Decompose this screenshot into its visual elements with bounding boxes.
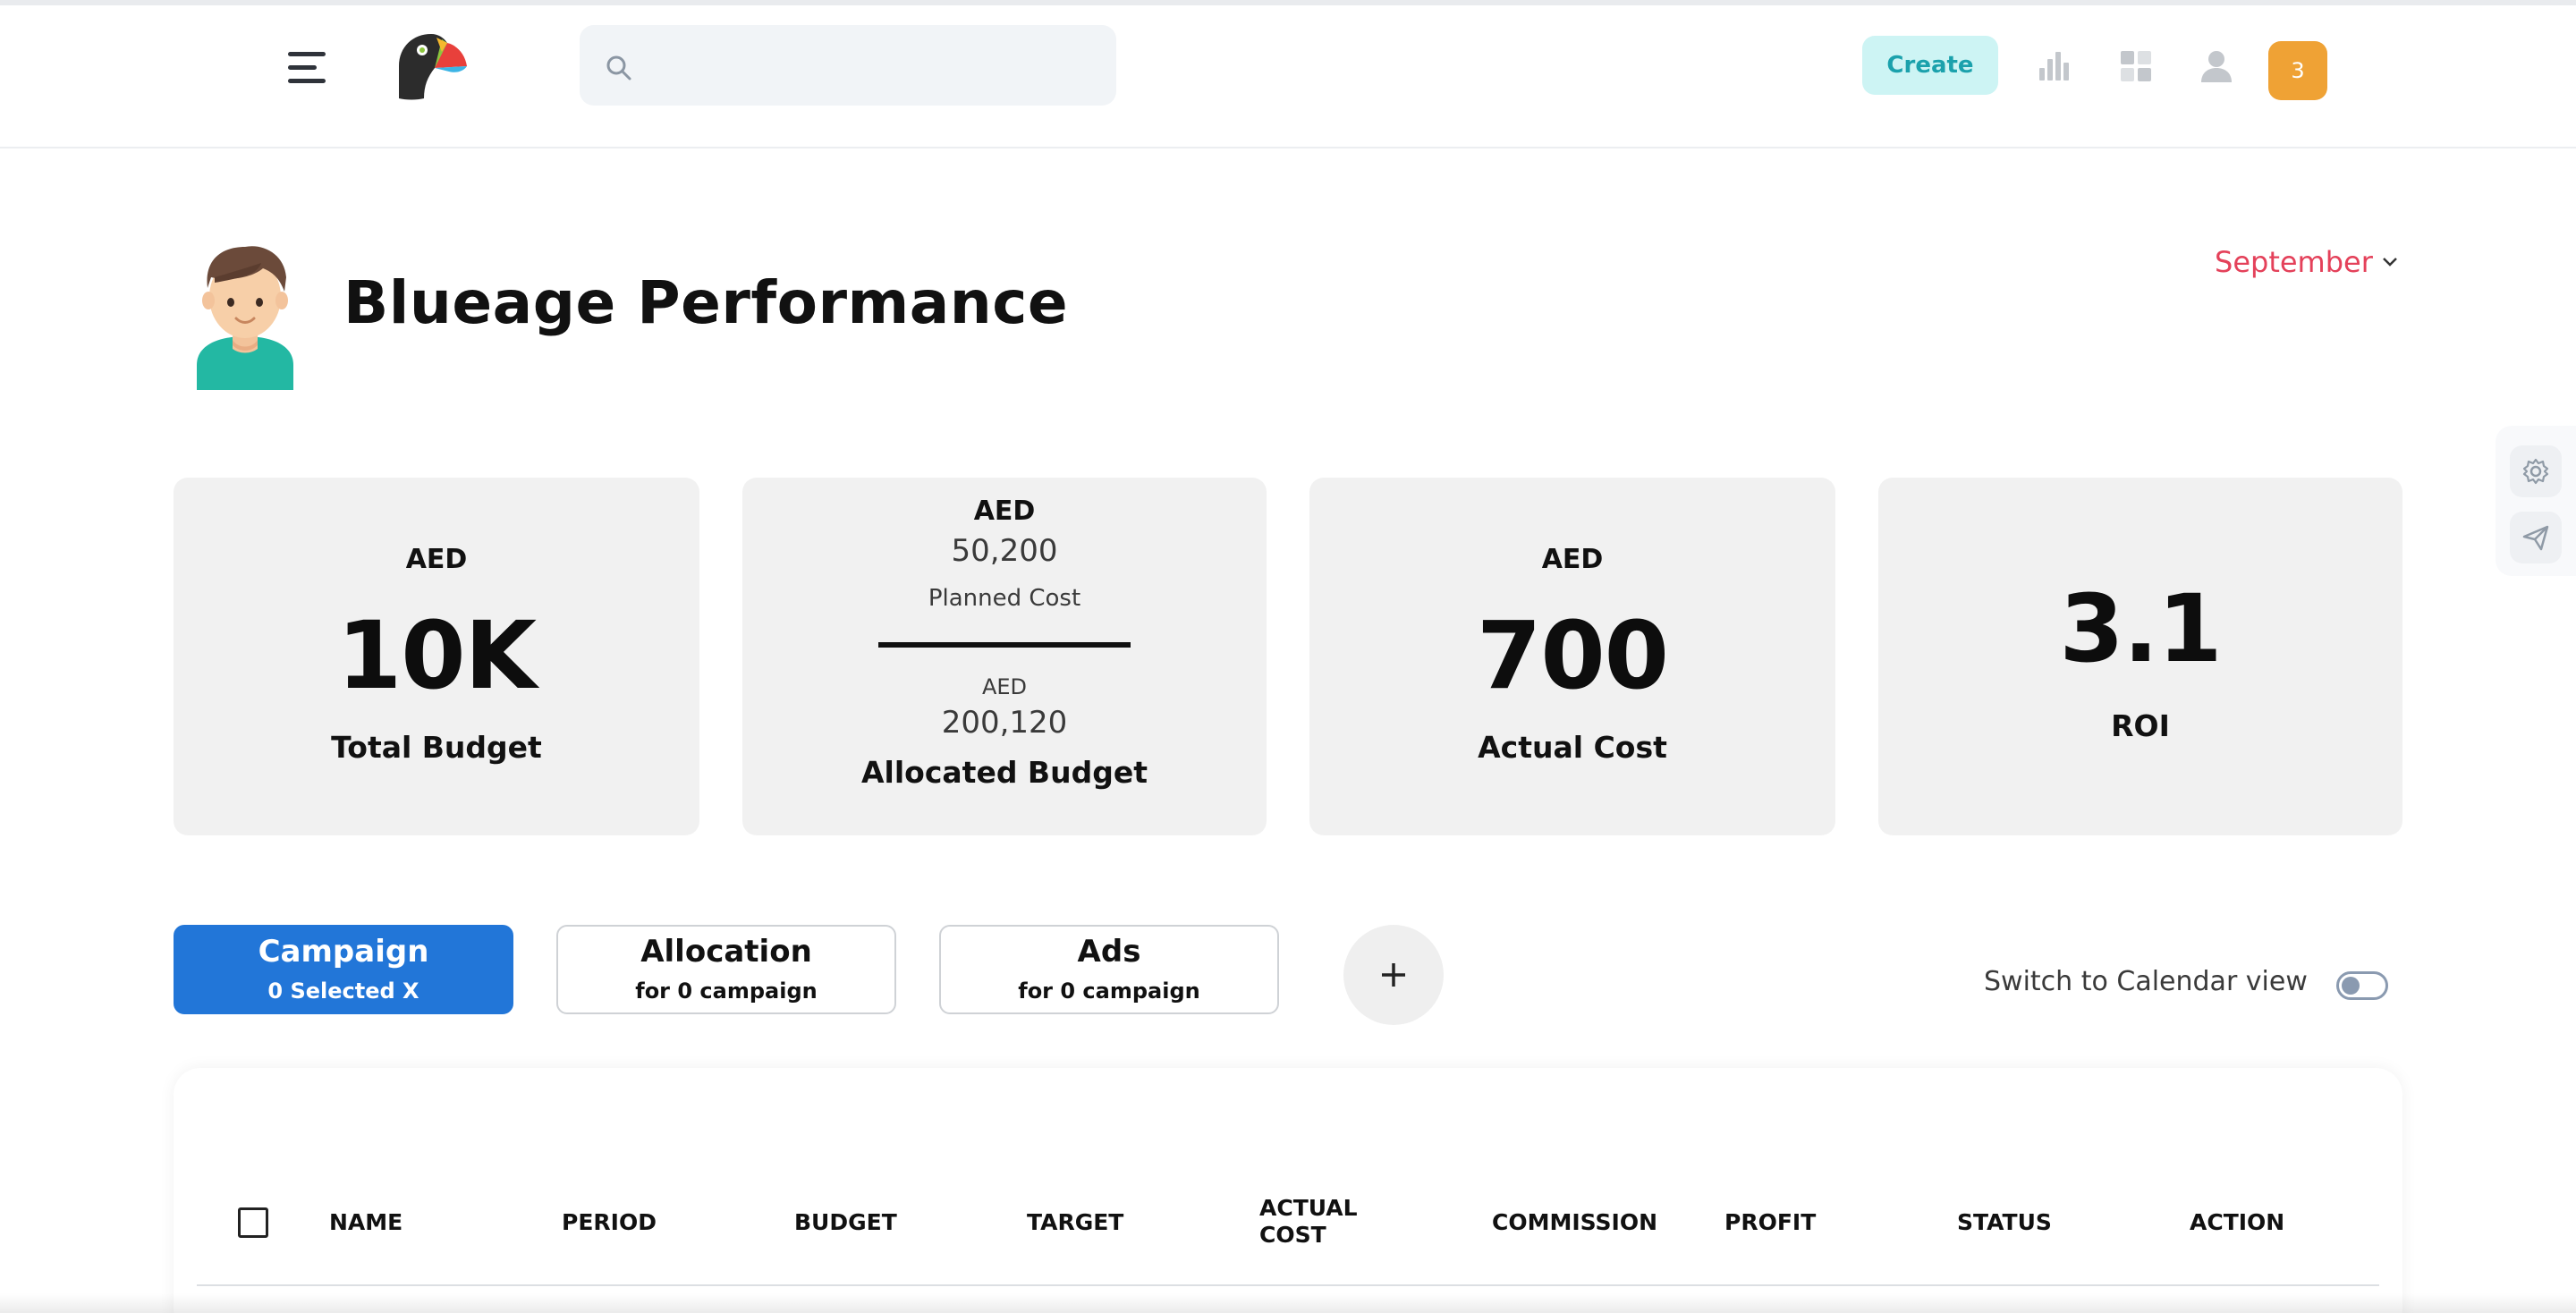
top-bar: Create 3 xyxy=(0,5,2576,148)
user-icon[interactable] xyxy=(2199,48,2234,84)
roi-value: 3.1 xyxy=(2059,574,2222,683)
card-divider xyxy=(878,642,1131,648)
bottom-shadow xyxy=(0,1293,2576,1313)
tab-campaign-subtitle: 0 Selected X xyxy=(267,978,419,1004)
column-header-target[interactable]: TARGET xyxy=(1027,1209,1123,1236)
tab-ads-title: Ads xyxy=(1077,934,1141,970)
allocated-budget-value: 200,120 xyxy=(941,705,1068,741)
add-button[interactable] xyxy=(1343,925,1444,1025)
plus-icon xyxy=(1382,963,1405,987)
actual-cost-card: AED 700 Actual Cost xyxy=(1309,478,1835,835)
column-header-name[interactable]: NAME xyxy=(329,1209,402,1236)
tab-campaign-title: Campaign xyxy=(258,934,429,970)
month-select-label: September xyxy=(2215,245,2373,279)
calendar-view-label: Switch to Calendar view xyxy=(1984,966,2308,997)
page-title: Blueage Performance xyxy=(343,268,1069,337)
calendar-view-toggle[interactable] xyxy=(2336,971,2388,1000)
column-header-actual-cost[interactable]: ACTUAL COST xyxy=(1259,1195,1367,1249)
roi-label: ROI xyxy=(2111,708,2170,743)
toucan-logo[interactable] xyxy=(394,30,469,102)
send-button[interactable] xyxy=(2510,512,2562,563)
column-header-status[interactable]: STATUS xyxy=(1957,1209,2052,1236)
tab-allocation-subtitle: for 0 campaign xyxy=(635,978,818,1004)
search-input[interactable] xyxy=(580,25,1116,106)
allocated-budget-label: Allocated Budget xyxy=(861,755,1148,790)
column-header-budget[interactable]: BUDGET xyxy=(794,1209,897,1236)
column-header-commission[interactable]: COMMISSION xyxy=(1492,1209,1657,1236)
column-header-profit[interactable]: PROFIT xyxy=(1724,1209,1816,1236)
actual-cost-label: Actual Cost xyxy=(1478,730,1667,765)
bar-chart-icon[interactable] xyxy=(2036,48,2072,84)
total-budget-currency: AED xyxy=(405,544,468,575)
total-budget-value: 10K xyxy=(336,601,537,710)
actual-cost-value: 700 xyxy=(1476,601,1669,710)
month-select[interactable]: September xyxy=(2215,240,2398,284)
planned-cost-value: 50,200 xyxy=(951,533,1058,569)
side-tools-panel xyxy=(2496,426,2576,576)
create-button[interactable]: Create xyxy=(1862,36,1998,95)
actual-cost-currency: AED xyxy=(1541,544,1604,575)
total-budget-card: AED 10K Total Budget xyxy=(174,478,699,835)
apps-grid-icon[interactable] xyxy=(2118,48,2154,84)
tab-ads[interactable]: Ads for 0 campaign xyxy=(939,925,1279,1014)
toggle-knob xyxy=(2342,977,2360,995)
tab-campaign[interactable]: Campaign 0 Selected X xyxy=(174,925,513,1014)
campaign-table: NAME PERIOD BUDGET TARGET ACTUAL COST CO… xyxy=(174,1068,2402,1313)
planned-cost-currency: AED xyxy=(973,496,1036,527)
avatar xyxy=(197,246,293,390)
menu-icon[interactable] xyxy=(288,50,329,86)
planned-cost-label: Planned Cost xyxy=(928,585,1081,612)
page: Create 3 Blueage Performance September A… xyxy=(0,0,2576,1313)
roi-card: 3.1 ROI xyxy=(1878,478,2402,835)
allocated-budget-currency: AED xyxy=(981,674,1028,699)
chevron-down-icon xyxy=(2382,258,2397,267)
tab-ads-subtitle: for 0 campaign xyxy=(1018,978,1200,1004)
tab-allocation[interactable]: Allocation for 0 campaign xyxy=(556,925,896,1014)
tab-allocation-title: Allocation xyxy=(640,934,812,970)
settings-button[interactable] xyxy=(2510,445,2562,497)
send-icon xyxy=(2522,525,2549,551)
column-header-period[interactable]: PERIOD xyxy=(562,1209,657,1236)
total-budget-label: Total Budget xyxy=(331,730,542,765)
select-all-checkbox[interactable] xyxy=(238,1207,268,1238)
notification-badge[interactable]: 3 xyxy=(2268,41,2327,100)
allocated-budget-card: AED 50,200 Planned Cost AED 200,120 Allo… xyxy=(742,478,1267,835)
gear-icon xyxy=(2522,458,2549,485)
column-header-action[interactable]: ACTION xyxy=(2190,1209,2284,1236)
table-header-divider xyxy=(197,1284,2379,1286)
